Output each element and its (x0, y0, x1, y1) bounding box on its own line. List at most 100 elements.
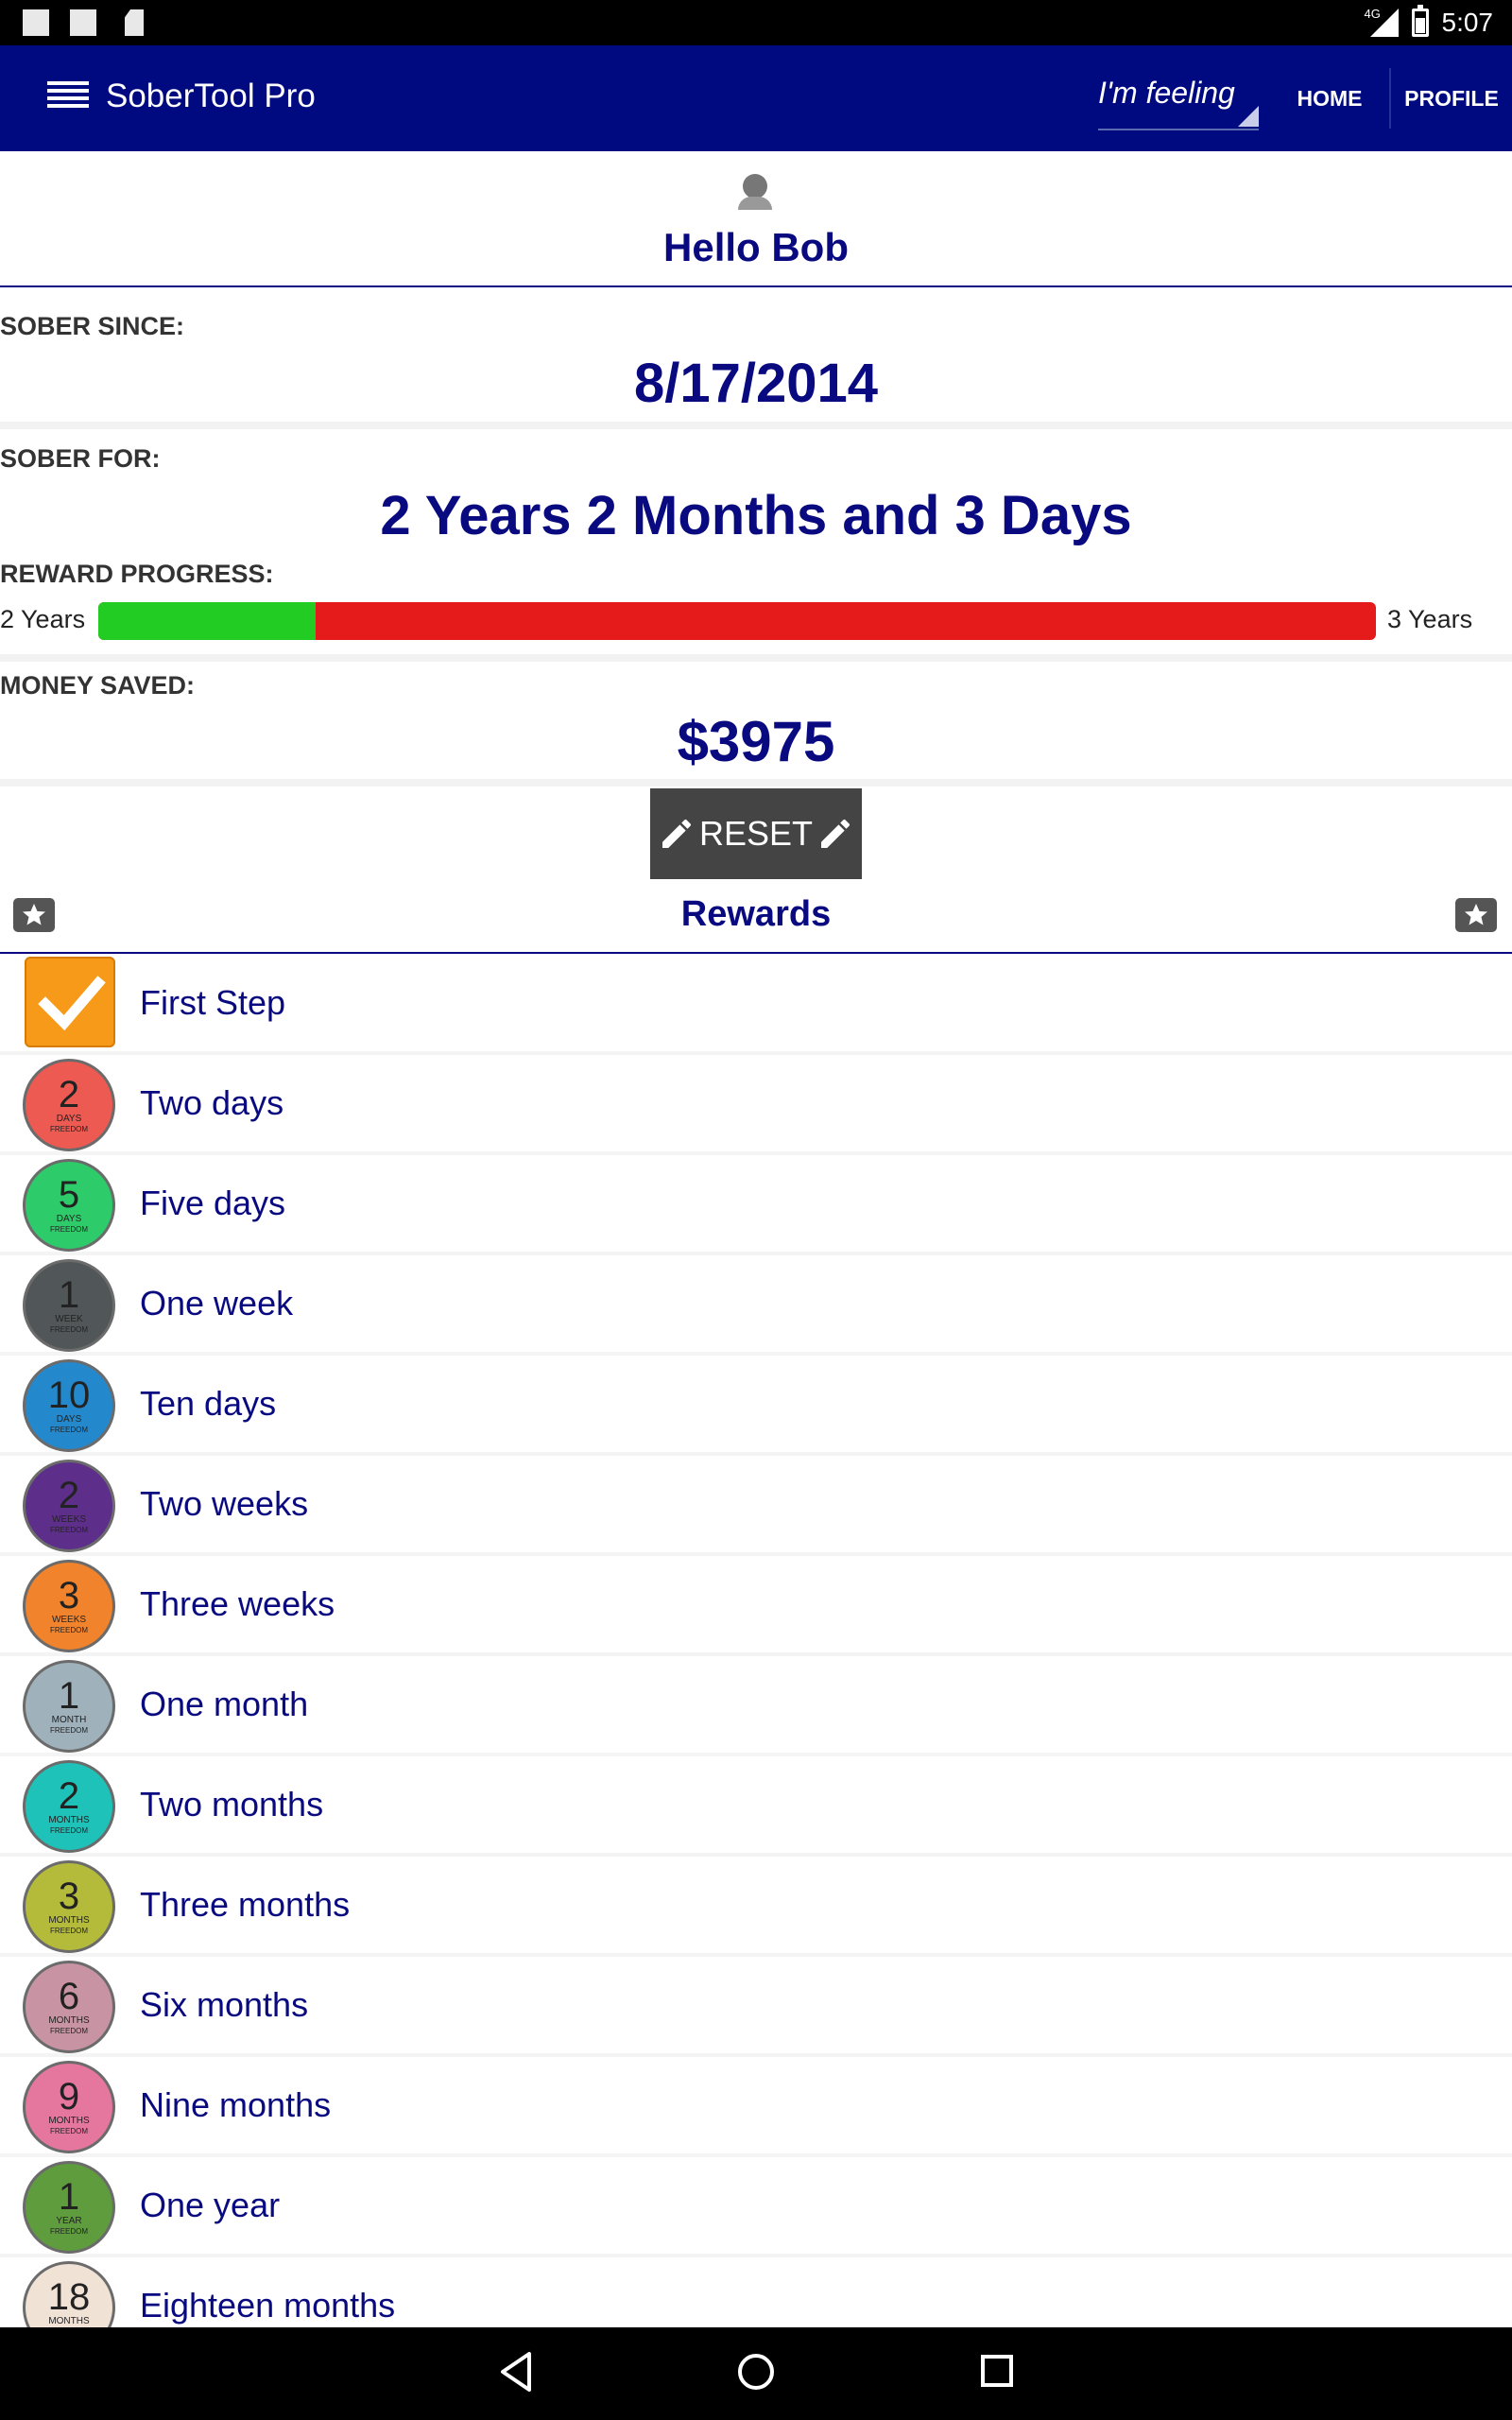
reward-medal-icon: 18MONTHSFREEDOM (23, 2261, 115, 2327)
home-nav-icon[interactable] (735, 2348, 777, 2395)
medal-footer: FREEDOM (50, 2027, 88, 2035)
reward-label: Two months (140, 1785, 324, 1824)
sober-since-value: 8/17/2014 (633, 353, 879, 414)
reward-label: One week (140, 1284, 294, 1322)
medal-footer: FREEDOM (50, 1426, 88, 1434)
medal-number: 1 (58, 2176, 80, 2218)
reward-label: Two days (140, 1083, 284, 1122)
medal-unit: WEEKS (51, 1514, 87, 1525)
reward-item[interactable]: First Step (0, 955, 1512, 1055)
reward-item[interactable]: 1 YEAR FREEDOM One year (0, 2157, 1512, 2257)
reward-medal-icon: 1 WEEK FREEDOM (23, 1259, 115, 1352)
reward-item[interactable]: 2 MONTHS FREEDOM Two months (0, 1756, 1512, 1857)
sober-for-label: SOBER FOR: (0, 444, 161, 473)
reward-label: Three months (140, 1885, 351, 1924)
divider (0, 654, 1512, 662)
medal-unit: DAYS (56, 1414, 82, 1425)
battery-icon (1411, 5, 1429, 37)
medal-number: 3 (58, 1876, 80, 1917)
back-icon[interactable] (497, 2348, 535, 2395)
reward-label: Six months (140, 1985, 309, 2024)
sober-since-label: SOBER SINCE: (0, 312, 185, 340)
medal-number: 2 (58, 1475, 80, 1516)
divider (0, 422, 1512, 429)
money-saved-label: MONEY SAVED: (0, 671, 196, 700)
reward-medal-icon: 2 MONTHS FREEDOM (23, 1760, 115, 1853)
reward-item[interactable]: 1 WEEK FREEDOM One week (0, 1255, 1512, 1356)
medal-footer: FREEDOM (50, 1125, 88, 1133)
money-saved-value: $3975 (677, 710, 835, 773)
reward-item[interactable]: 18MONTHSFREEDOM Eighteen months (0, 2257, 1512, 2327)
reward-medal-icon: 10 DAYS FREEDOM (23, 1359, 115, 1452)
reward-medal-icon: 6 MONTHS FREEDOM (23, 1961, 115, 2053)
reset-label: RESET (698, 814, 814, 853)
reward-medal-icon: 1 YEAR FREEDOM (23, 2161, 115, 2254)
feeling-placeholder: I'm feeling (1098, 76, 1235, 110)
notification-icon (23, 9, 49, 36)
reward-label: Three weeks (140, 1584, 335, 1623)
progress-end-label: 3 Years (1387, 605, 1473, 633)
reward-medal-icon: 3 WEEKS FREEDOM (23, 1560, 115, 1652)
reward-medal-icon: 2 DAYS FREEDOM (23, 1059, 115, 1151)
menu-icon[interactable] (47, 81, 89, 115)
reward-item[interactable]: 1 MONTH FREEDOM One month (0, 1656, 1512, 1756)
recents-icon[interactable] (979, 2348, 1017, 2395)
medal-unit: MONTHS (48, 1815, 90, 1825)
reward-item[interactable]: 3 WEEKS FREEDOM Three weeks (0, 1556, 1512, 1656)
medal-footer: FREEDOM (50, 1526, 88, 1534)
rewards-list[interactable]: First Step 2 DAYS FREEDOM Two days 5 DAYS FREED… (0, 955, 1512, 2327)
reward-label: Ten days (140, 1384, 277, 1423)
reward-item[interactable]: 10 DAYS FREEDOM Ten days (0, 1356, 1512, 1456)
progress-start-label: 2 Years (0, 605, 86, 633)
medal-unit: MONTHS (48, 2015, 90, 2026)
pencil-icon (821, 819, 850, 848)
divider (0, 952, 1512, 954)
medal-footer: FREEDOM (50, 1225, 88, 1234)
reward-medal-icon: 1 MONTH FREEDOM (23, 1660, 115, 1753)
reward-label: Two weeks (140, 1484, 309, 1523)
divider (0, 779, 1512, 786)
app-bar: SoberTool Pro I'm feeling HOME PROFILE (0, 45, 1512, 151)
home-button[interactable]: HOME (1272, 45, 1387, 151)
signal-icon: 4G (1365, 7, 1399, 37)
medal-number: 9 (58, 2076, 80, 2118)
reward-item[interactable]: 5 DAYS FREEDOM Five days (0, 1155, 1512, 1255)
medal-unit: WEEK (55, 1314, 83, 1324)
medal-footer: FREEDOM (50, 1726, 88, 1735)
medal-number: 5 (58, 1174, 80, 1216)
medal-footer: FREEDOM (50, 1826, 88, 1835)
notification-icon (70, 9, 96, 36)
dropdown-corner-icon (1238, 106, 1259, 127)
reward-item[interactable]: 2 DAYS FREEDOM Two days (0, 1055, 1512, 1155)
pencil-icon (662, 819, 691, 848)
reward-item[interactable]: 3 MONTHS FREEDOM Three months (0, 1857, 1512, 1957)
medal-unit: MONTHS (48, 2116, 90, 2126)
greeting: Hello Bob (663, 225, 849, 269)
profile-button[interactable]: PROFILE (1391, 45, 1512, 151)
medal-footer: FREEDOM (50, 1626, 88, 1634)
reward-item[interactable]: 2 WEEKS FREEDOM Two weeks (0, 1456, 1512, 1556)
medal-footer: FREEDOM (50, 1325, 88, 1334)
reset-button[interactable]: RESET (650, 788, 862, 879)
medal-footer: FREEDOM (50, 2127, 88, 2135)
medal-unit: WEEKS (51, 1615, 87, 1625)
divider (0, 285, 1512, 287)
feeling-dropdown[interactable]: I'm feeling (1098, 66, 1259, 130)
medal-footer: FREEDOM (50, 2227, 88, 2236)
reward-item[interactable]: 9 MONTHS FREEDOM Nine months (0, 2057, 1512, 2157)
medal-number: 6 (58, 1976, 80, 2017)
reward-medal-icon: 3 MONTHS FREEDOM (23, 1860, 115, 1953)
medal-unit: YEAR (56, 2216, 82, 2226)
reward-label: First Step (140, 983, 286, 1022)
reward-item[interactable]: 6 MONTHS FREEDOM Six months (0, 1957, 1512, 2057)
medal-number: 3 (58, 1575, 80, 1616)
checkmark-icon[interactable] (25, 957, 115, 1047)
reward-medal-icon: 2 WEEKS FREEDOM (23, 1460, 115, 1552)
app-title: SoberTool Pro (106, 78, 316, 114)
reward-progress-label: REWARD PROGRESS: (0, 560, 274, 588)
reward-label: Eighteen months (140, 2286, 396, 2325)
medal-number: 18 (47, 2276, 91, 2318)
medal-unit: DAYS (56, 1114, 82, 1124)
clock: 5:07 (1441, 8, 1494, 37)
status-bar: 4G 5:07 (0, 0, 1512, 45)
